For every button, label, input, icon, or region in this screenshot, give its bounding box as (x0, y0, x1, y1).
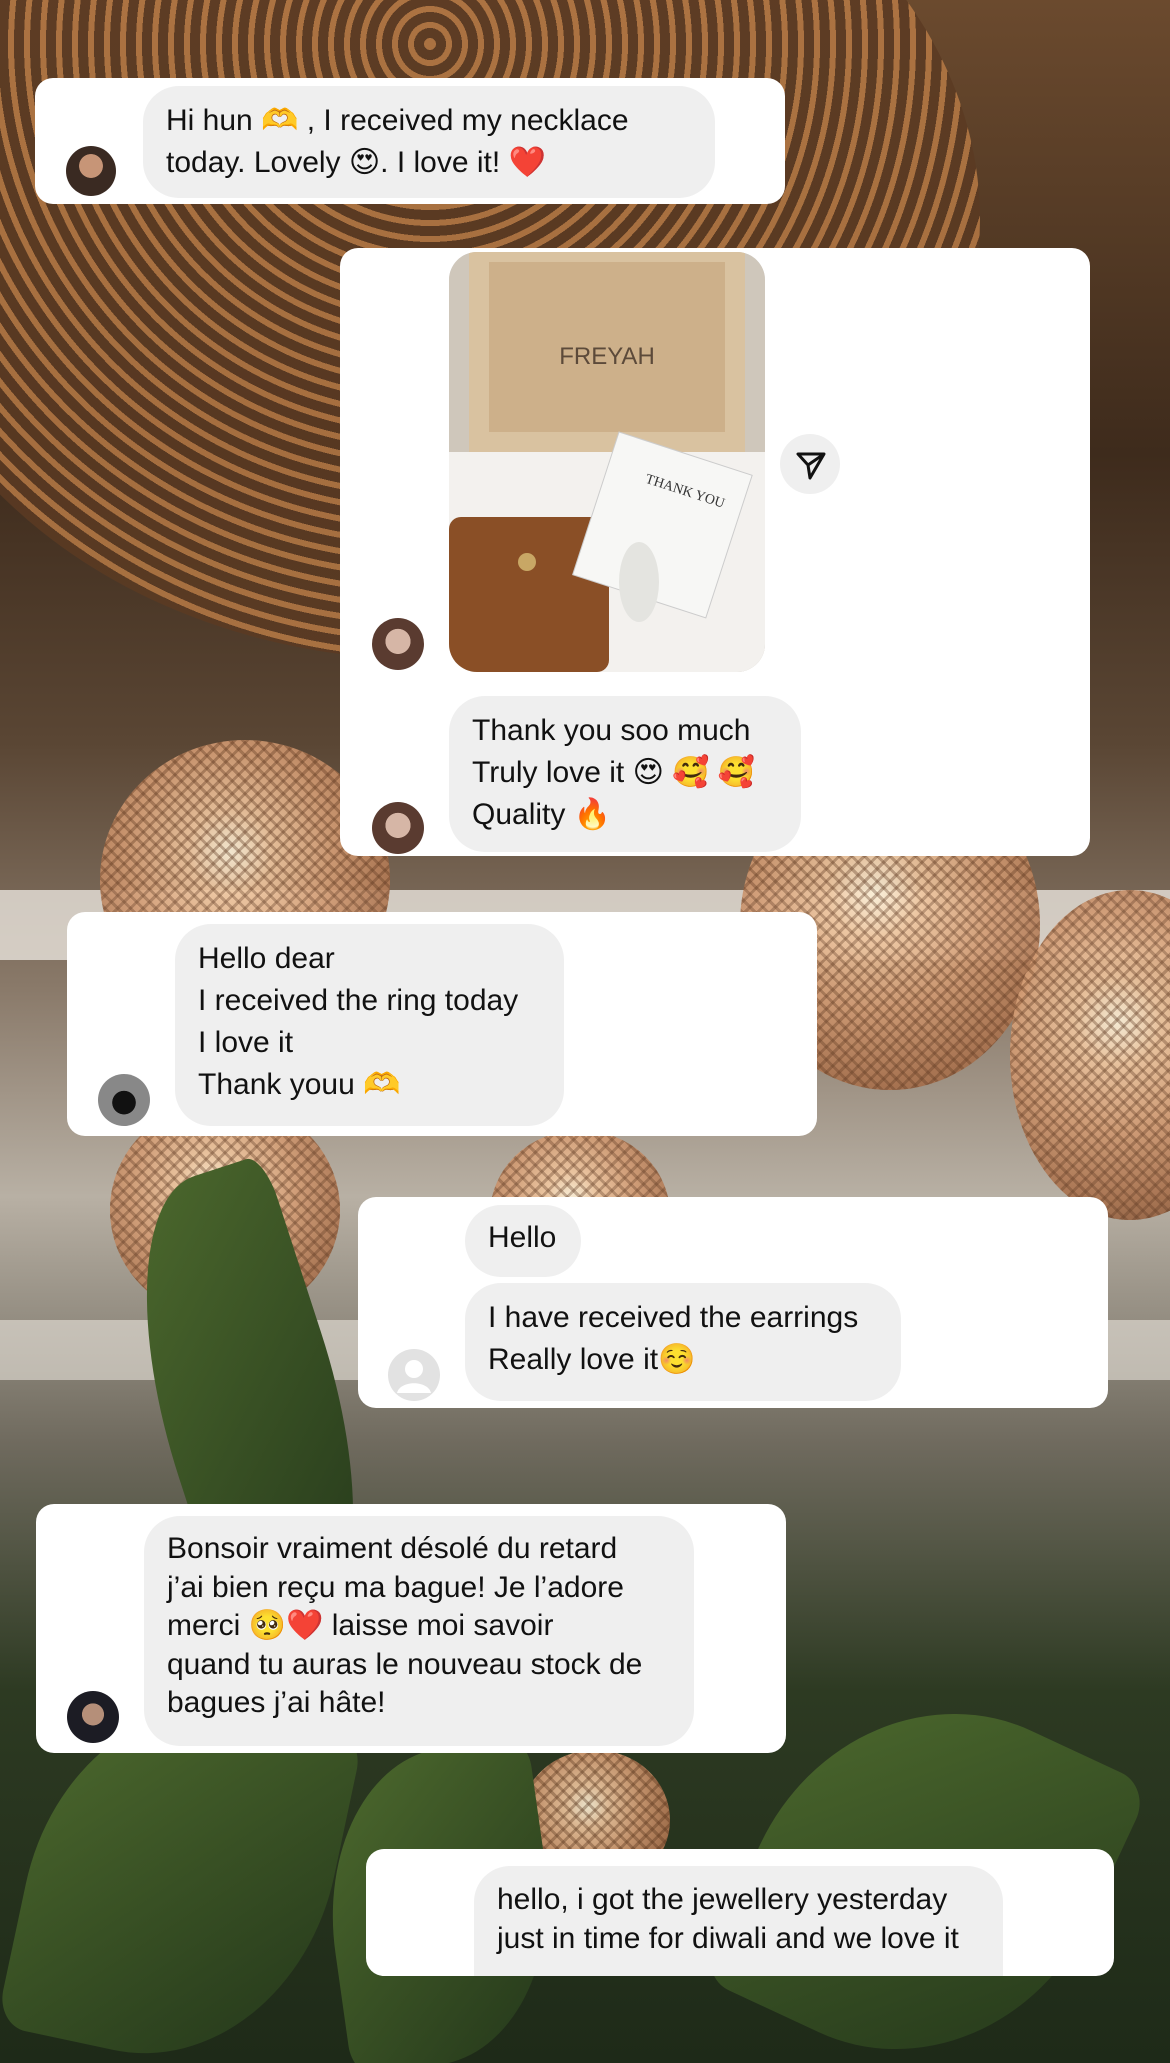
message-line: today. Lovely 😍. I love it! ❤️ (166, 146, 546, 179)
message-line: merci 🥺❤️ laisse moi savoir (167, 1609, 554, 1642)
message-line: Really love it☺️ (488, 1343, 696, 1376)
avatar[interactable] (67, 1691, 119, 1743)
message-line: Thank youu 🫶 (198, 1068, 401, 1101)
send-icon[interactable] (780, 434, 840, 494)
message-bubble[interactable]: Hi hun 🫶 , I received my necklace today.… (143, 86, 715, 198)
message-line: Hello dear (198, 942, 335, 975)
message-bubble[interactable]: Hello (465, 1205, 581, 1277)
message-bubble[interactable]: Thank you soo much Truly love it 😍 🥰 🥰 Q… (449, 696, 801, 852)
shared-photo[interactable]: FREYAH THANK YOU (449, 252, 765, 672)
message-bubble[interactable]: hello, i got the jewellery yesterday jus… (474, 1866, 1003, 1976)
message-line: Quality 🔥 (472, 798, 612, 831)
message-line: hello, i got the jewellery yesterday (497, 1883, 948, 1916)
message-line: I love it (198, 1026, 294, 1059)
message-line: just in time for diwali and we love it (497, 1922, 959, 1955)
message-card: FREYAH THANK YOU Thank you soo much Trul… (340, 248, 1090, 856)
box-photo-illustration: FREYAH THANK YOU (449, 252, 765, 672)
message-line: Bonsoir vraiment désolé du retard (167, 1532, 618, 1565)
message-card: Hi hun 🫶 , I received my necklace today.… (35, 78, 785, 204)
message-bubble[interactable]: Hello dear I received the ring today I l… (175, 924, 564, 1126)
avatar-placeholder[interactable] (388, 1349, 440, 1401)
message-card: hello, i got the jewellery yesterday jus… (366, 1849, 1114, 1976)
message-line: I have received the earrings (488, 1301, 859, 1334)
message-bubble[interactable]: Bonsoir vraiment désolé du retard j’ai b… (144, 1516, 694, 1746)
avatar[interactable] (66, 146, 116, 196)
message-line: Truly love it 😍 🥰 🥰 (472, 756, 756, 789)
avatar[interactable] (98, 1074, 150, 1126)
message-card: Bonsoir vraiment désolé du retard j’ai b… (36, 1504, 786, 1753)
message-bubble[interactable]: I have received the earrings Really love… (465, 1283, 901, 1401)
message-line: Hello (488, 1221, 557, 1254)
message-line: bagues j’ai hâte! (167, 1686, 386, 1719)
message-card: Hello I have received the earrings Reall… (358, 1197, 1108, 1408)
person-icon (397, 1360, 431, 1393)
message-line: I received the ring today (198, 984, 519, 1017)
avatar[interactable] (372, 618, 424, 670)
avatar[interactable] (372, 802, 424, 854)
message-line: j’ai bien reçu ma bague! Je l’adore (167, 1570, 624, 1604)
message-card: Hello dear I received the ring today I l… (67, 912, 817, 1136)
message-line: Thank you soo much (472, 714, 751, 747)
message-line: Hi hun 🫶 , I received my necklace (166, 104, 629, 137)
box-text: FREYAH (559, 343, 655, 370)
message-line: quand tu auras le nouveau stock de (167, 1647, 643, 1681)
